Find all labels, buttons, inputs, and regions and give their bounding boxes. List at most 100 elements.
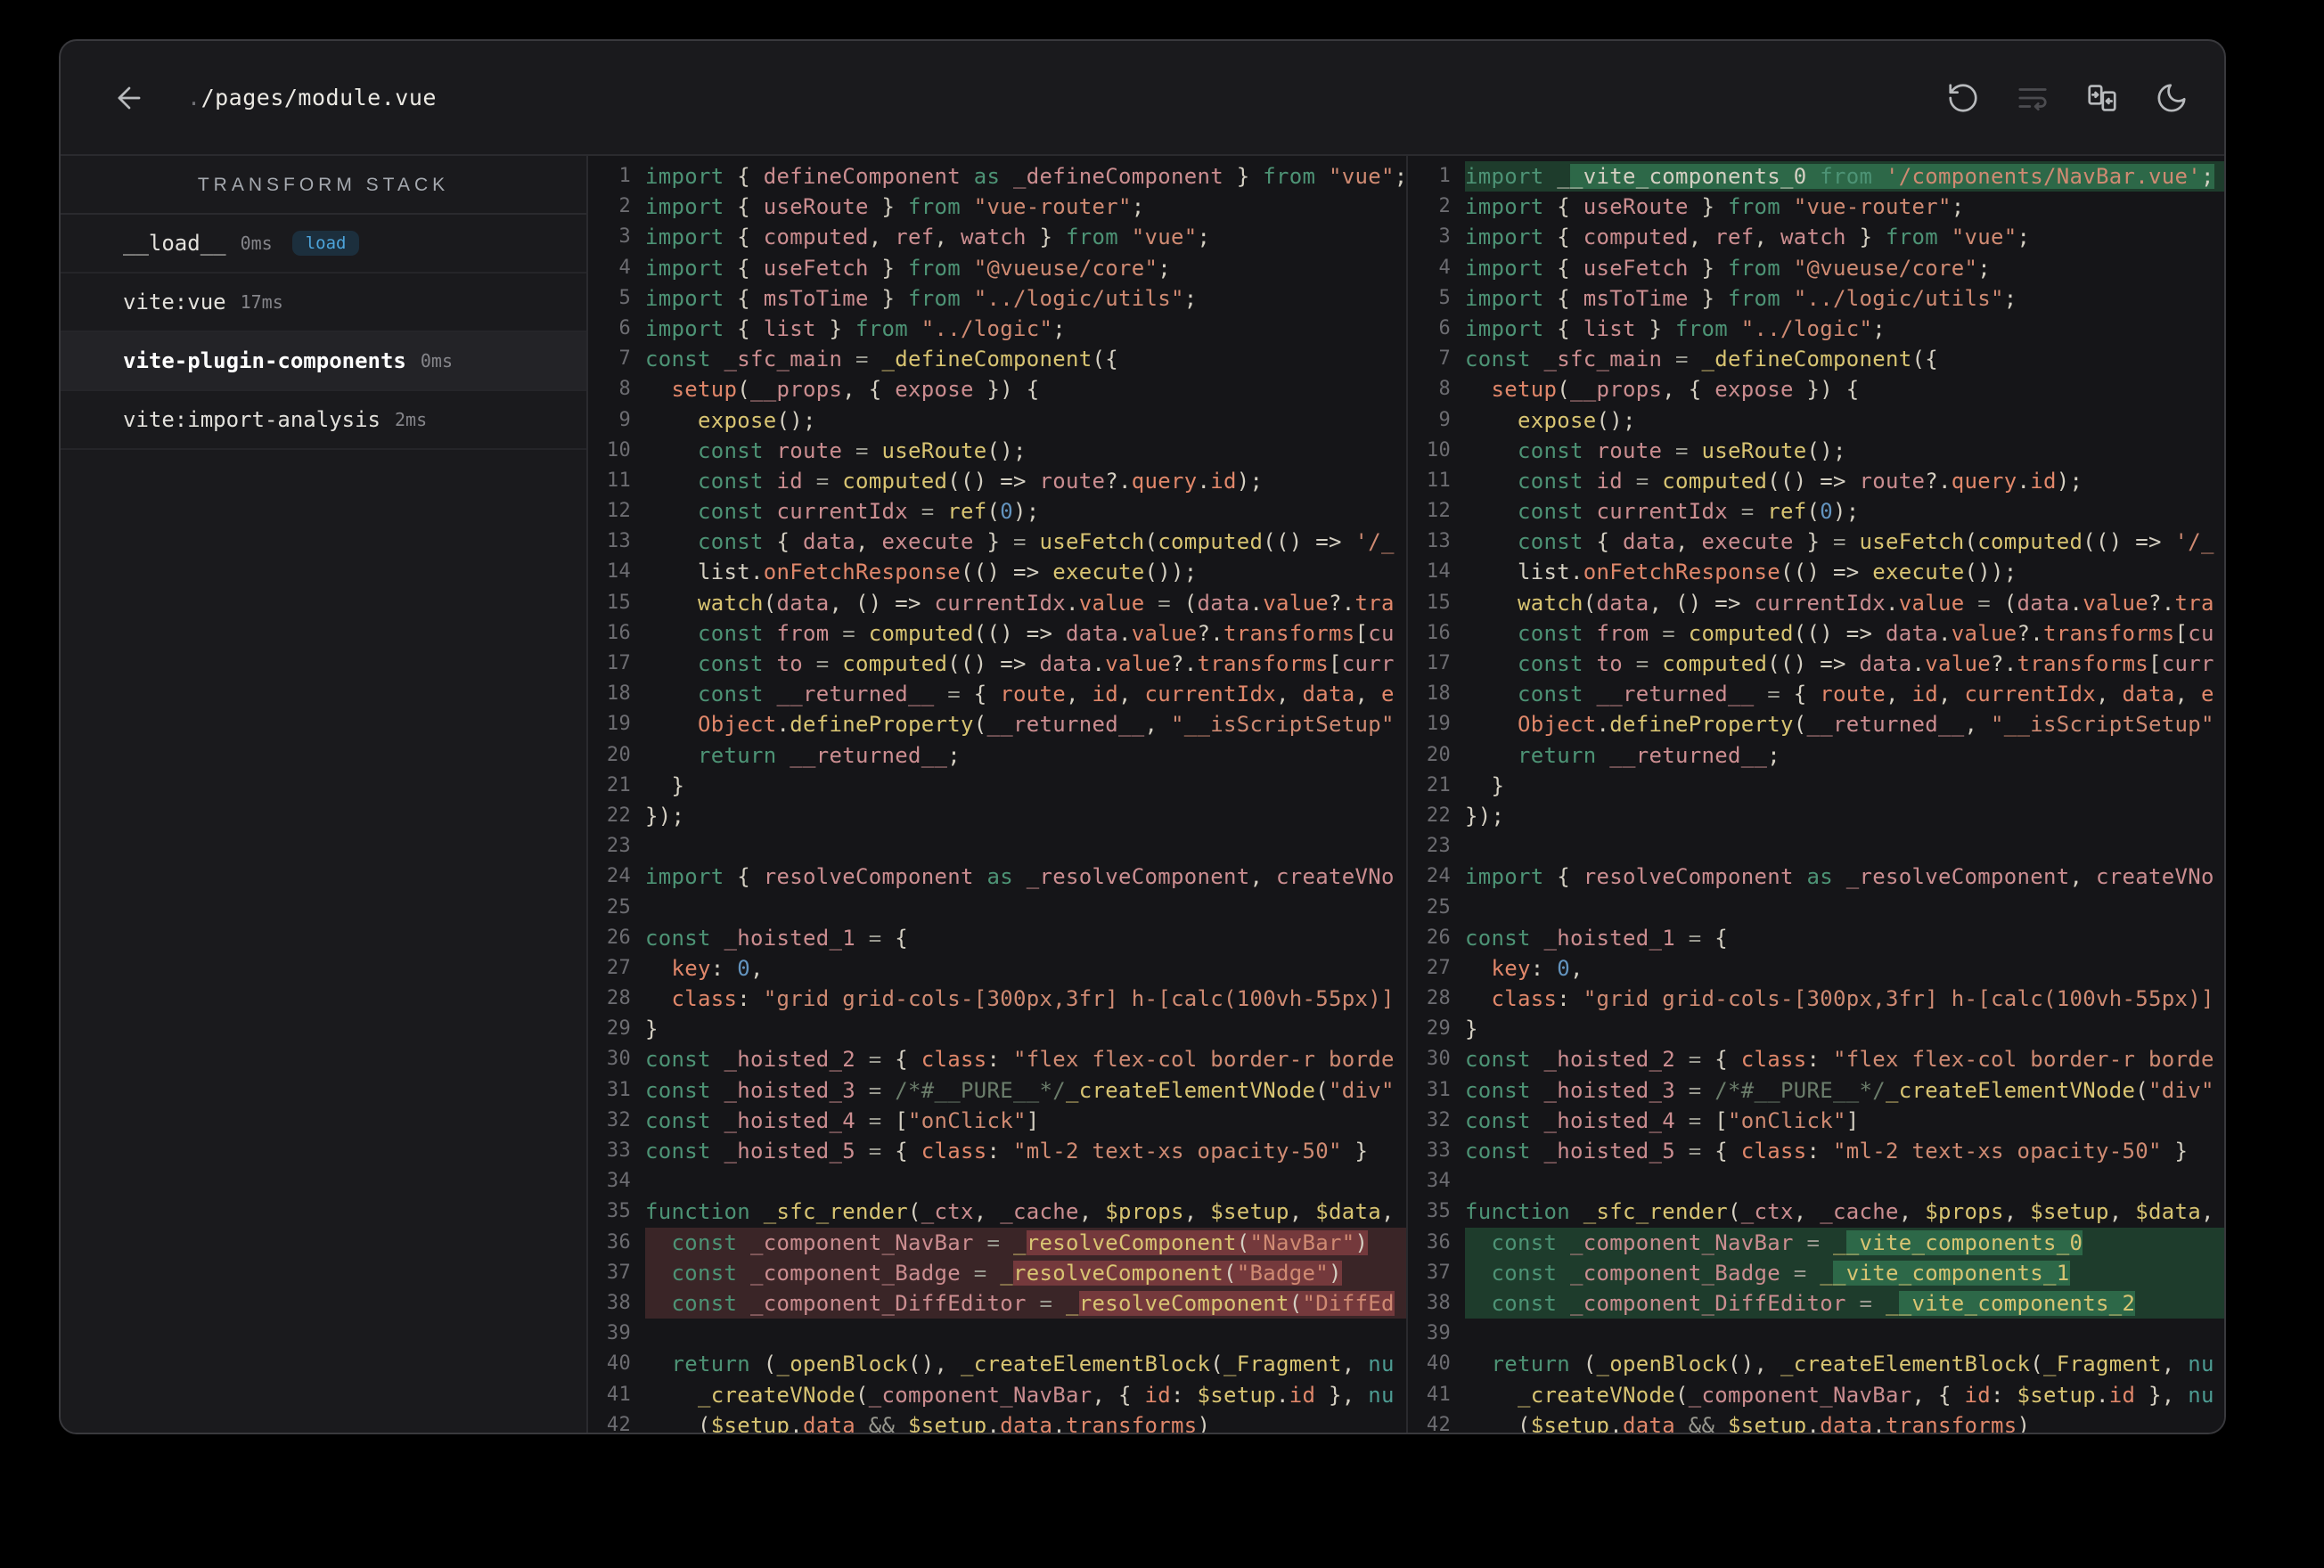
line-number: 29 (606, 1017, 631, 1041)
code-line: 40 return (_openBlock(), _createElementB… (1408, 1349, 2224, 1379)
code-line: 4 import { useFetch } from "@vueuse/core"… (588, 253, 1406, 283)
refresh-icon (1949, 83, 1977, 112)
inspector-window: ./pages/module.vue TRANSFORM STACK __loa… (59, 39, 2226, 1434)
code-line: 34 (1408, 1166, 2224, 1196)
line-number: 35 (606, 1200, 631, 1223)
code-line: 34 (588, 1166, 1406, 1196)
code-text: import { useFetch } from "@vueuse/core"; (1465, 255, 1991, 281)
code-line: 17 const to = computed(() => data.value?… (1408, 649, 2224, 679)
plugin-name: vite:import-analysis (123, 407, 381, 432)
code-text: const _component_NavBar = _resolveCompon… (645, 1227, 1406, 1258)
code-line: 14 list.onFetchResponse(() => execute())… (588, 557, 1406, 587)
code-line: 9 expose(); (588, 405, 1406, 436)
dark-mode-button[interactable] (2155, 81, 2189, 115)
code-text: return __returned__; (698, 742, 961, 768)
code-text: Object.defineProperty(__returned__, "__i… (698, 712, 1395, 738)
line-number: 33 (1426, 1139, 1451, 1162)
line-number: 33 (606, 1139, 631, 1162)
line-number: 1 (618, 165, 631, 187)
line-number: 11 (606, 469, 631, 492)
code-text: const _hoisted_4 = ["onClick"] (1465, 1107, 1860, 1133)
code-line: 11 const id = computed(() => route?.quer… (588, 466, 1406, 496)
line-number: 27 (606, 956, 631, 979)
code-text: const _sfc_main = _defineComponent({ (1465, 347, 1938, 372)
code-text: import { computed, ref, watch } from "vu… (1465, 225, 2031, 250)
line-number: 18 (606, 682, 631, 706)
diff-view: 1 import { defineComponent as _defineComp… (588, 156, 2224, 1433)
code-line: 20 return __returned__; (1408, 740, 2224, 771)
side-by-side-diff-button[interactable] (2085, 81, 2119, 115)
code-text: const _component_DiffEditor = __vite_com… (1465, 1287, 2224, 1319)
code-line: 24 import { resolveComponent as _resolveC… (588, 862, 1406, 892)
code-text: setup(__props, { expose }) { (671, 377, 1040, 403)
code-text: const _hoisted_4 = ["onClick"] (645, 1107, 1040, 1133)
line-number: 5 (1438, 286, 1451, 309)
code-text: key: 0, (1491, 955, 1583, 981)
code-text: import { msToTime } from "../logic/utils… (645, 285, 1198, 311)
code-line: 19 Object.defineProperty(__returned__, "… (588, 709, 1406, 739)
code-line: 28 class: "grid grid-cols-[300px,3fr] h-… (1408, 984, 2224, 1014)
code-text: key: 0, (671, 955, 764, 981)
code-line: 6 import { list } from "../logic"; (1408, 314, 2224, 344)
line-number: 2 (618, 195, 631, 218)
code-line: 31 const _hoisted_3 = /*#__PURE__*/_creat… (1408, 1075, 2224, 1106)
line-wrap-button[interactable] (2016, 81, 2050, 115)
code-line: 38 const _component_DiffEditor = __vite_… (1408, 1287, 2224, 1319)
code-line: 7 const _sfc_main = _defineComponent({ (588, 344, 1406, 374)
code-line: 18 const __returned__ = { route, id, cur… (588, 679, 1406, 709)
code-text: import { defineComponent as _defineCompo… (645, 164, 1406, 189)
code-text: class: "grid grid-cols-[300px,3fr] h-[ca… (671, 986, 1395, 1012)
line-number: 31 (606, 1078, 631, 1101)
code-line: 7 const _sfc_main = _defineComponent({ (1408, 344, 2224, 374)
code-text: import { computed, ref, watch } from "vu… (645, 225, 1211, 250)
line-number: 14 (1426, 560, 1451, 584)
line-number: 42 (1426, 1413, 1451, 1433)
code-pane-before[interactable]: 1 import { defineComponent as _defineComp… (588, 156, 1408, 1433)
code-pane-after[interactable]: 1 import __vite_components_0 from '/compo… (1408, 156, 2224, 1433)
sidebar-item--load-[interactable]: __load__ 0ms load (61, 215, 586, 274)
line-number: 34 (606, 1170, 631, 1193)
plugin-name: vite:vue (123, 290, 226, 314)
sidebar-item-vite-plugin-components[interactable]: vite-plugin-components 0ms (61, 332, 586, 391)
line-number: 26 (1426, 926, 1451, 949)
code-line: 20 return __returned__; (588, 740, 1406, 771)
line-number: 25 (1426, 895, 1451, 919)
code-text: const __returned__ = { route, id, curren… (698, 682, 1395, 707)
line-number: 40 (606, 1352, 631, 1376)
code-text: watch(data, () => currentIdx.value = (da… (698, 590, 1395, 616)
line-number: 37 (1426, 1261, 1451, 1284)
back-button[interactable] (112, 81, 146, 115)
line-number: 19 (606, 713, 631, 736)
sidebar-item-vite-import-analysis[interactable]: vite:import-analysis 2ms (61, 391, 586, 450)
code-line: 33 const _hoisted_5 = { class: "ml-2 text… (588, 1136, 1406, 1166)
code-line: 30 const _hoisted_2 = { class: "flex flex… (1408, 1044, 2224, 1074)
line-number: 22 (606, 804, 631, 827)
code-text: return (_openBlock(), _createElementBloc… (1491, 1352, 2214, 1377)
code-line: 29} (1408, 1014, 2224, 1044)
load-badge: load (291, 231, 360, 256)
line-number: 4 (618, 256, 631, 279)
line-number: 24 (1426, 865, 1451, 888)
line-number: 23 (1426, 835, 1451, 858)
line-number: 3 (1438, 225, 1451, 249)
code-line: 37 const _component_Badge = __vite_compo… (1408, 1257, 2224, 1288)
code-line: 4 import { useFetch } from "@vueuse/core"… (1408, 253, 2224, 283)
plugin-duration: 17ms (240, 291, 283, 313)
line-number: 3 (618, 225, 631, 249)
code-line: 1 import { defineComponent as _defineComp… (588, 161, 1406, 192)
transform-stack-sidebar: TRANSFORM STACK __load__ 0ms load vite:vue 1… (61, 156, 588, 1433)
code-text: _createVNode(_component_NavBar, { id: $s… (698, 1382, 1395, 1408)
code-line: 31 const _hoisted_3 = /*#__PURE__*/_creat… (588, 1075, 1406, 1106)
line-number: 6 (618, 316, 631, 339)
line-number: 7 (618, 347, 631, 371)
code-text: import { list } from "../logic"; (645, 315, 1066, 341)
code-text: expose(); (1518, 407, 1636, 433)
refresh-button[interactable] (1946, 81, 1980, 115)
code-text: const to = computed(() => data.value?.tr… (698, 651, 1395, 676)
line-number: 20 (1426, 743, 1451, 766)
code-text: function _sfc_render(_ctx, _cache, $prop… (1465, 1199, 2214, 1225)
code-line: 32 const _hoisted_4 = ["onClick"] (588, 1106, 1406, 1136)
sidebar-item-vite-vue[interactable]: vite:vue 17ms (61, 274, 586, 332)
